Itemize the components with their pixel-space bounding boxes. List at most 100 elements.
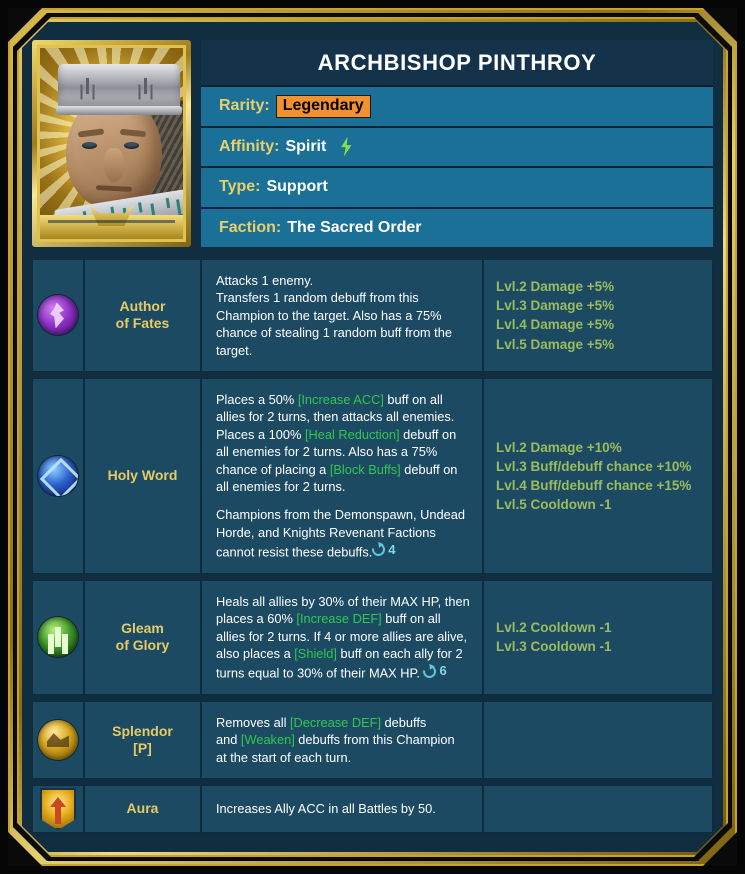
portrait-bottom-ornament	[40, 215, 183, 239]
skill-row[interactable]: Author of Fates Attacks 1 enemy. Transfers …	[32, 259, 713, 372]
skill-icon-holy-word[interactable]	[38, 456, 78, 496]
desc-text: debuffs from this Champion	[294, 732, 455, 748]
effect-tag: [Shield]	[294, 645, 337, 661]
nose	[104, 148, 124, 182]
effect-tag: [Decrease DEF]	[289, 715, 381, 731]
cooldown-indicator: 6	[423, 662, 446, 680]
aura-name: Aura	[85, 786, 202, 831]
champion-stat-rows: Rarity: Legendary Affinity: Spirit Type: Supp…	[201, 87, 713, 247]
aura-levelup-cell	[484, 786, 712, 831]
levelup-list: Lvl.2 Cooldown -1 Lvl.3 Cooldown -1	[496, 618, 702, 656]
cooldown-value: 4	[388, 542, 396, 558]
card-panel: ARCHBISHOP PINTHROY Rarity: Legendary Affi…	[22, 22, 723, 852]
levelup-item: Lvl.3 Cooldown -1	[496, 639, 612, 655]
cooldown-icon	[421, 662, 439, 680]
silver-crown-icon	[58, 64, 180, 110]
stat-value: Legendary	[276, 95, 371, 118]
effect-tag: [Weaken]	[240, 732, 295, 748]
skill-description: Attacks 1 enemy. Transfers 1 random debuf…	[202, 260, 484, 371]
stat-row-rarity: Rarity: Legendary	[201, 87, 713, 128]
stat-value: Spirit	[285, 137, 327, 155]
skill-levelup-bonuses: Lvl.2 Cooldown -1 Lvl.3 Cooldown -1	[484, 581, 712, 694]
portrait-artwork	[40, 48, 183, 239]
desc-text: Champions from the Demonspawn, Undead Ho…	[216, 507, 465, 560]
stat-label: Rarity:	[219, 97, 270, 115]
skill-name: Holy Word	[85, 379, 202, 573]
skill-icon-author-of-fates[interactable]	[38, 295, 78, 335]
aura-description: Increases Ally ACC in all Battles by 50.	[202, 786, 484, 831]
brow-right	[120, 129, 146, 138]
mouth	[96, 185, 132, 192]
cooldown-value: 6	[439, 663, 447, 679]
skill-row[interactable]: Holy Word Places a 50% [Increase ACC] buf…	[32, 378, 713, 574]
desc-text: and	[216, 732, 241, 748]
levelup-item: Lvl.5 Cooldown -1	[496, 497, 612, 513]
crown-rim	[56, 106, 182, 115]
effect-tag: [Increase DEF]	[296, 611, 382, 627]
levelup-item: Lvl.2 Damage +10%	[496, 439, 622, 455]
effect-tag: [Increase ACC]	[297, 391, 384, 407]
skill-row[interactable]: Gleam of Glory Heals all allies by 30% of …	[32, 580, 713, 695]
aura-row[interactable]: Aura Increases Ally ACC in all Battles by…	[32, 785, 713, 832]
levelup-item: Lvl.4 Buff/debuff chance +15%	[496, 477, 692, 493]
stat-label: Type:	[219, 178, 261, 196]
stat-label: Affinity:	[219, 137, 280, 155]
skill-icon-gleam-of-glory[interactable]	[38, 617, 78, 657]
stat-label: Faction:	[219, 218, 282, 236]
skill-description: Places a 50% [Increase ACC] buff on all …	[202, 379, 484, 573]
eye-right	[124, 142, 139, 149]
desc-text: Transfers 1 random debuff from this Cham…	[216, 290, 452, 358]
eye-left	[82, 142, 97, 149]
skill-icon-cell[interactable]	[33, 260, 85, 371]
skill-icon-splendor[interactable]	[38, 720, 78, 760]
levelup-item: Lvl.5 Damage +5%	[496, 336, 615, 352]
portrait-frame	[37, 45, 186, 242]
skill-description: Heals all allies by 30% of their MAX HP,…	[202, 581, 484, 694]
levelup-item: Lvl.4 Damage +5%	[496, 317, 615, 333]
skill-name: Splendor [P]	[85, 702, 202, 778]
stat-value: The Sacred Order	[287, 218, 422, 236]
levelup-item: Lvl.3 Damage +5%	[496, 298, 615, 314]
skill-levelup-bonuses: Lvl.2 Damage +10% Lvl.3 Buff/debuff chanc…	[484, 379, 712, 573]
champion-name: ARCHBISHOP PINTHROY	[317, 49, 597, 75]
stat-row-type: Type: Support	[201, 168, 713, 209]
cooldown-indicator: 4	[372, 541, 395, 559]
levelup-list: Lvl.2 Damage +5% Lvl.3 Damage +5% Lvl.4 Da…	[496, 277, 702, 354]
stat-row-faction: Faction: The Sacred Order	[201, 209, 713, 248]
skill-icon-cell[interactable]	[33, 702, 85, 778]
champion-card-frame: ARCHBISHOP PINTHROY Rarity: Legendary Affi…	[8, 8, 737, 866]
champion-header-section: ARCHBISHOP PINTHROY Rarity: Legendary Affi…	[22, 40, 723, 247]
skill-levelup-bonuses	[484, 702, 712, 778]
desc-text: Places a 50%	[216, 391, 298, 407]
skill-row[interactable]: Splendor [P] Removes all [Decrease DEF] de…	[32, 701, 713, 779]
effect-tag: [Heal Reduction]	[304, 426, 400, 442]
champion-info-column: ARCHBISHOP PINTHROY Rarity: Legendary Affi…	[201, 40, 713, 247]
skill-icon-cell[interactable]	[33, 379, 85, 573]
cooldown-icon	[370, 541, 388, 559]
stat-row-affinity: Affinity: Spirit	[201, 128, 713, 169]
desc-text: at the start of each turn.	[216, 749, 352, 765]
levelup-item: Lvl.2 Damage +5%	[496, 279, 615, 295]
skills-table: Author of Fates Attacks 1 enemy. Transfers …	[32, 259, 713, 839]
desc-text: Attacks 1 enemy.	[216, 273, 314, 288]
skill-description: Removes all [Decrease DEF] debuffs and [W…	[202, 702, 484, 778]
title-bar: ARCHBISHOP PINTHROY	[201, 40, 713, 87]
desc-text: debuffs	[381, 715, 427, 731]
skill-icon-cell[interactable]	[33, 581, 85, 694]
skill-name: Gleam of Glory	[85, 581, 202, 694]
stat-value: Support	[266, 178, 328, 196]
spirit-affinity-icon	[338, 137, 354, 157]
brow-left	[78, 128, 105, 137]
aura-banner-icon[interactable]	[40, 788, 76, 830]
desc-text: Places a 100%	[216, 426, 305, 442]
champion-portrait[interactable]	[32, 40, 191, 247]
skill-name: Author of Fates	[85, 260, 202, 371]
desc-text: Removes all	[216, 715, 290, 731]
aura-icon-cell[interactable]	[33, 786, 85, 831]
levelup-list: Lvl.2 Damage +10% Lvl.3 Buff/debuff chanc…	[496, 438, 702, 515]
levelup-item: Lvl.2 Cooldown -1	[496, 620, 612, 636]
effect-tag: [Block Buffs]	[329, 461, 401, 477]
skill-levelup-bonuses: Lvl.2 Damage +5% Lvl.3 Damage +5% Lvl.4 Da…	[484, 260, 712, 371]
levelup-item: Lvl.3 Buff/debuff chance +10%	[496, 458, 692, 474]
